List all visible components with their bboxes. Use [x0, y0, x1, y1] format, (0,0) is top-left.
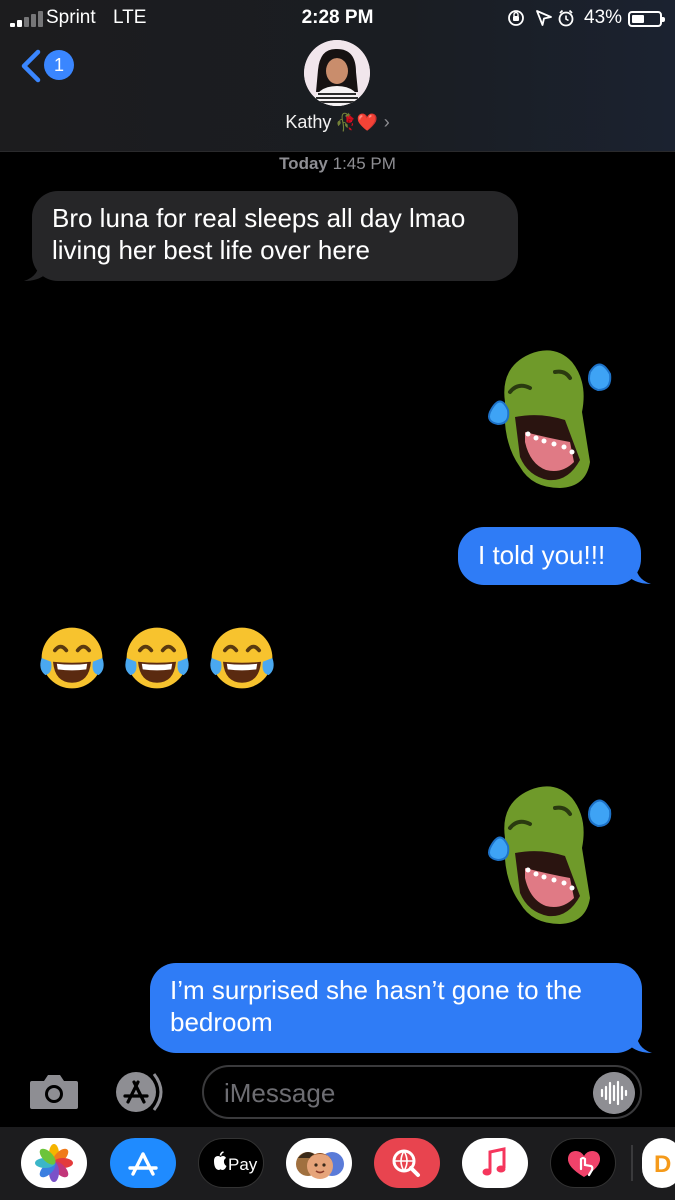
contact-avatar[interactable] [304, 40, 370, 106]
message-text: Bro luna for real sleeps all day lmao li… [52, 203, 466, 265]
status-icons [508, 9, 574, 27]
music-note-icon [482, 1147, 506, 1176]
unread-badge: 1 [44, 50, 74, 80]
music-app-button[interactable] [462, 1138, 528, 1188]
orientation-lock-icon [508, 10, 524, 26]
avatar-photo [304, 40, 370, 106]
memoji-icon [296, 1152, 344, 1179]
back-button[interactable]: 1 [18, 48, 78, 84]
images-search-app-button[interactable] [374, 1138, 440, 1188]
message-input-bar: iMessage [0, 1055, 675, 1127]
contact-name: Kathy [285, 112, 332, 132]
face-with-tears-of-joy-icon [210, 627, 274, 689]
apple-pay-label: Pay [228, 1155, 258, 1174]
message-bubble-incoming[interactable]: Bro luna for real sleeps all day lmao li… [32, 191, 518, 281]
camera-icon[interactable] [28, 1073, 80, 1111]
battery-percentage: 43% [584, 7, 623, 28]
apple-pay-app-button[interactable]: Pay [198, 1138, 264, 1188]
message-text: I told you!!! [478, 540, 606, 570]
trex-crying-laughing-icon[interactable] [470, 342, 620, 492]
face-with-tears-of-joy-icon [125, 627, 189, 689]
drawer-separator [631, 1145, 633, 1181]
chevron-left-icon [21, 49, 41, 83]
message-timestamp: Today 1:45 PM [0, 154, 675, 174]
contact-name-emoji: 🥀❤️ [335, 113, 378, 132]
message-input-placeholder: iMessage [224, 1078, 336, 1108]
photos-app-button[interactable] [21, 1138, 87, 1188]
globe-search-icon [392, 1149, 420, 1177]
battery-icon [628, 11, 665, 27]
timestamp-time: 1:45 PM [332, 154, 396, 173]
alarm-icon [558, 9, 574, 27]
more-apps-button[interactable]: D [642, 1138, 675, 1188]
location-arrow-icon [536, 10, 552, 26]
more-app-label: D [654, 1151, 671, 1178]
app-drawer: Pay D [0, 1127, 675, 1200]
status-bar: Sprint LTE 2:28 PM 43% [0, 6, 675, 30]
contact-name-button[interactable]: Kathy 🥀❤️ › [0, 112, 675, 138]
bubble-tail [629, 561, 651, 584]
heart-touch-icon [567, 1151, 601, 1177]
bubble-tail [630, 1030, 652, 1053]
message-bubble-outgoing[interactable]: I told you!!! [458, 527, 641, 585]
message-bubble-outgoing[interactable]: I’m surprised she hasn’t gone to the bed… [150, 963, 642, 1053]
apple-pay-icon: Pay [214, 1151, 258, 1174]
photos-icon [35, 1144, 73, 1182]
trex-crying-laughing-icon[interactable] [470, 778, 620, 928]
app-store-icon[interactable] [114, 1070, 172, 1114]
message-input[interactable]: iMessage [202, 1065, 642, 1119]
emoji-message[interactable] [34, 620, 294, 700]
memoji-app-button[interactable] [286, 1138, 352, 1188]
app-store-app-button[interactable] [110, 1138, 176, 1188]
conversation-header: Sprint LTE 2:28 PM 43% 1 Kathy 🥀❤️ › [0, 0, 675, 152]
timestamp-day: Today [279, 154, 328, 173]
digital-touch-app-button[interactable] [550, 1138, 616, 1188]
app-store-icon [128, 1152, 158, 1176]
message-text: I’m surprised she hasn’t gone to the bed… [170, 975, 582, 1037]
chevron-right-icon: › [383, 112, 390, 132]
more-app-icon: D [654, 1151, 671, 1178]
audio-waveform-icon[interactable] [593, 1072, 635, 1114]
face-with-tears-of-joy-icon [40, 627, 104, 689]
